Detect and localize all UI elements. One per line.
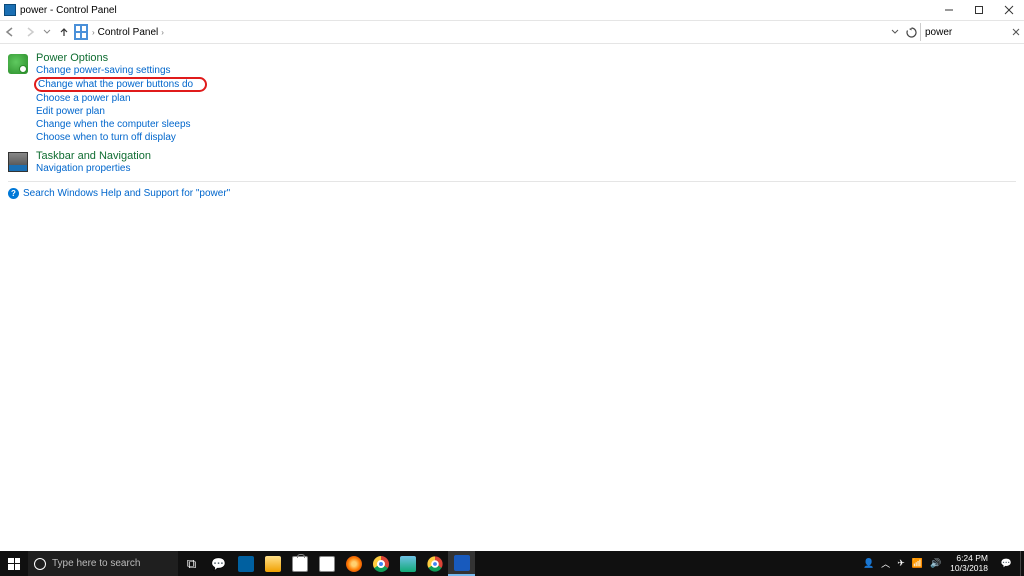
breadcrumb-control-panel[interactable]: Control Panel — [98, 27, 159, 38]
volume-icon[interactable]: 🔊 — [930, 558, 941, 569]
link-change-what-power-buttons-do[interactable]: Change what the power buttons do — [34, 77, 207, 92]
power-options-section: Power Options Change power-saving settin… — [8, 52, 1016, 144]
maximize-icon — [974, 5, 984, 15]
firefox-icon — [346, 556, 362, 572]
taskbar-navigation-title[interactable]: Taskbar and Navigation — [36, 150, 151, 162]
speech-icon: 💬 — [211, 556, 227, 572]
link-change-power-saving-settings[interactable]: Change power-saving settings — [36, 64, 171, 77]
taskbar-app-mail[interactable] — [313, 551, 340, 576]
store-icon — [292, 556, 308, 572]
link-choose-when-turn-off-display[interactable]: Choose when to turn off display — [36, 131, 176, 144]
clock-time: 6:24 PM — [950, 553, 988, 563]
taskbar-app-chrome-2[interactable] — [421, 551, 448, 576]
network-icon[interactable]: 📶 — [912, 558, 923, 569]
window-title: power - Control Panel — [20, 5, 117, 16]
close-icon — [1004, 5, 1014, 15]
chevron-down-icon — [43, 28, 51, 36]
x-icon — [1012, 28, 1020, 36]
window-controls — [934, 0, 1024, 20]
close-button[interactable] — [994, 0, 1024, 20]
back-button[interactable] — [0, 22, 20, 42]
link-choose-power-plan[interactable]: Choose a power plan — [36, 92, 131, 105]
bluetooth-icon[interactable]: ✈ — [897, 558, 905, 569]
chevron-right-icon: › — [161, 28, 164, 37]
window-titlebar: power - Control Panel — [0, 0, 1024, 20]
refresh-icon — [906, 27, 917, 38]
people-icon[interactable]: 👤 — [863, 558, 874, 569]
windows-logo-icon — [8, 558, 20, 570]
history-dropdown[interactable] — [40, 22, 54, 42]
taskbar-app-cortana[interactable]: 💬 — [205, 551, 232, 576]
up-arrow-icon — [58, 26, 70, 38]
minimize-button[interactable] — [934, 0, 964, 20]
refresh-button[interactable] — [902, 22, 920, 42]
link-change-when-computer-sleeps[interactable]: Change when the computer sleeps — [36, 118, 191, 131]
taskbar-app-store[interactable] — [286, 551, 313, 576]
taskbar-app-chrome[interactable] — [367, 551, 394, 576]
taskbar-navigation-icon — [8, 152, 28, 172]
address-bar: › Control Panel › — [0, 20, 1024, 44]
chrome-icon — [373, 556, 389, 572]
search-help-link[interactable]: ? Search Windows Help and Support for "p… — [8, 188, 1016, 199]
taskbar-app-edge[interactable] — [232, 551, 259, 576]
file-explorer-icon — [265, 556, 281, 572]
show-desktop-button[interactable] — [1020, 551, 1024, 576]
control-panel-taskbar-icon — [454, 555, 470, 571]
taskbar-search[interactable]: Type here to search — [28, 551, 178, 576]
clear-search-button[interactable] — [1008, 22, 1024, 42]
mail-icon — [319, 556, 335, 572]
control-panel-path-icon — [74, 25, 88, 39]
clock-date: 10/3/2018 — [950, 563, 988, 573]
breadcrumb[interactable]: › Control Panel › — [88, 27, 164, 38]
help-icon: ? — [8, 188, 19, 199]
photos-icon — [400, 556, 416, 572]
forward-arrow-icon — [24, 26, 36, 38]
taskbar-app-file-explorer[interactable] — [259, 551, 286, 576]
minimize-icon — [944, 5, 954, 15]
search-input[interactable] — [920, 23, 1008, 41]
power-options-icon — [8, 54, 28, 74]
taskbar-clock[interactable]: 6:24 PM 10/3/2018 — [945, 551, 993, 576]
system-tray: 👤 ︿ ✈ 📶 🔊 — [863, 551, 945, 576]
cortana-icon — [34, 558, 46, 570]
divider — [8, 181, 1016, 182]
back-arrow-icon — [4, 26, 16, 38]
notification-icon: 💬 — [1001, 558, 1012, 569]
task-view-icon: ⧉ — [187, 556, 196, 572]
chrome-icon — [427, 556, 442, 571]
link-edit-power-plan[interactable]: Edit power plan — [36, 105, 105, 118]
taskbar-search-placeholder: Type here to search — [52, 558, 140, 569]
forward-button[interactable] — [20, 22, 40, 42]
taskbar-app-firefox[interactable] — [340, 551, 367, 576]
chevron-right-icon: › — [92, 28, 95, 37]
up-button[interactable] — [54, 22, 74, 42]
tray-overflow-icon[interactable]: ︿ — [881, 557, 890, 570]
taskbar-navigation-section: Taskbar and Navigation Navigation proper… — [8, 150, 1016, 175]
chevron-down-icon — [891, 28, 899, 36]
maximize-button[interactable] — [964, 0, 994, 20]
titlebar-left: power - Control Panel — [0, 4, 117, 16]
taskbar-spacer — [475, 551, 863, 576]
search-results: Power Options Change power-saving settin… — [0, 44, 1024, 207]
power-options-title[interactable]: Power Options — [36, 52, 207, 64]
start-button[interactable] — [0, 551, 28, 576]
taskbar-app-photos[interactable] — [394, 551, 421, 576]
taskbar: Type here to search ⧉ 💬 👤 ︿ ✈ 📶 🔊 6:24 P… — [0, 551, 1024, 576]
taskbar-app-control-panel[interactable] — [448, 551, 475, 576]
link-navigation-properties[interactable]: Navigation properties — [36, 162, 131, 175]
action-center-button[interactable]: 💬 — [993, 551, 1020, 576]
address-dropdown[interactable] — [888, 22, 902, 42]
edge-icon — [238, 556, 254, 572]
control-panel-icon — [4, 4, 16, 16]
task-view-button[interactable]: ⧉ — [178, 551, 205, 576]
search-help-text: Search Windows Help and Support for "pow… — [23, 188, 230, 199]
